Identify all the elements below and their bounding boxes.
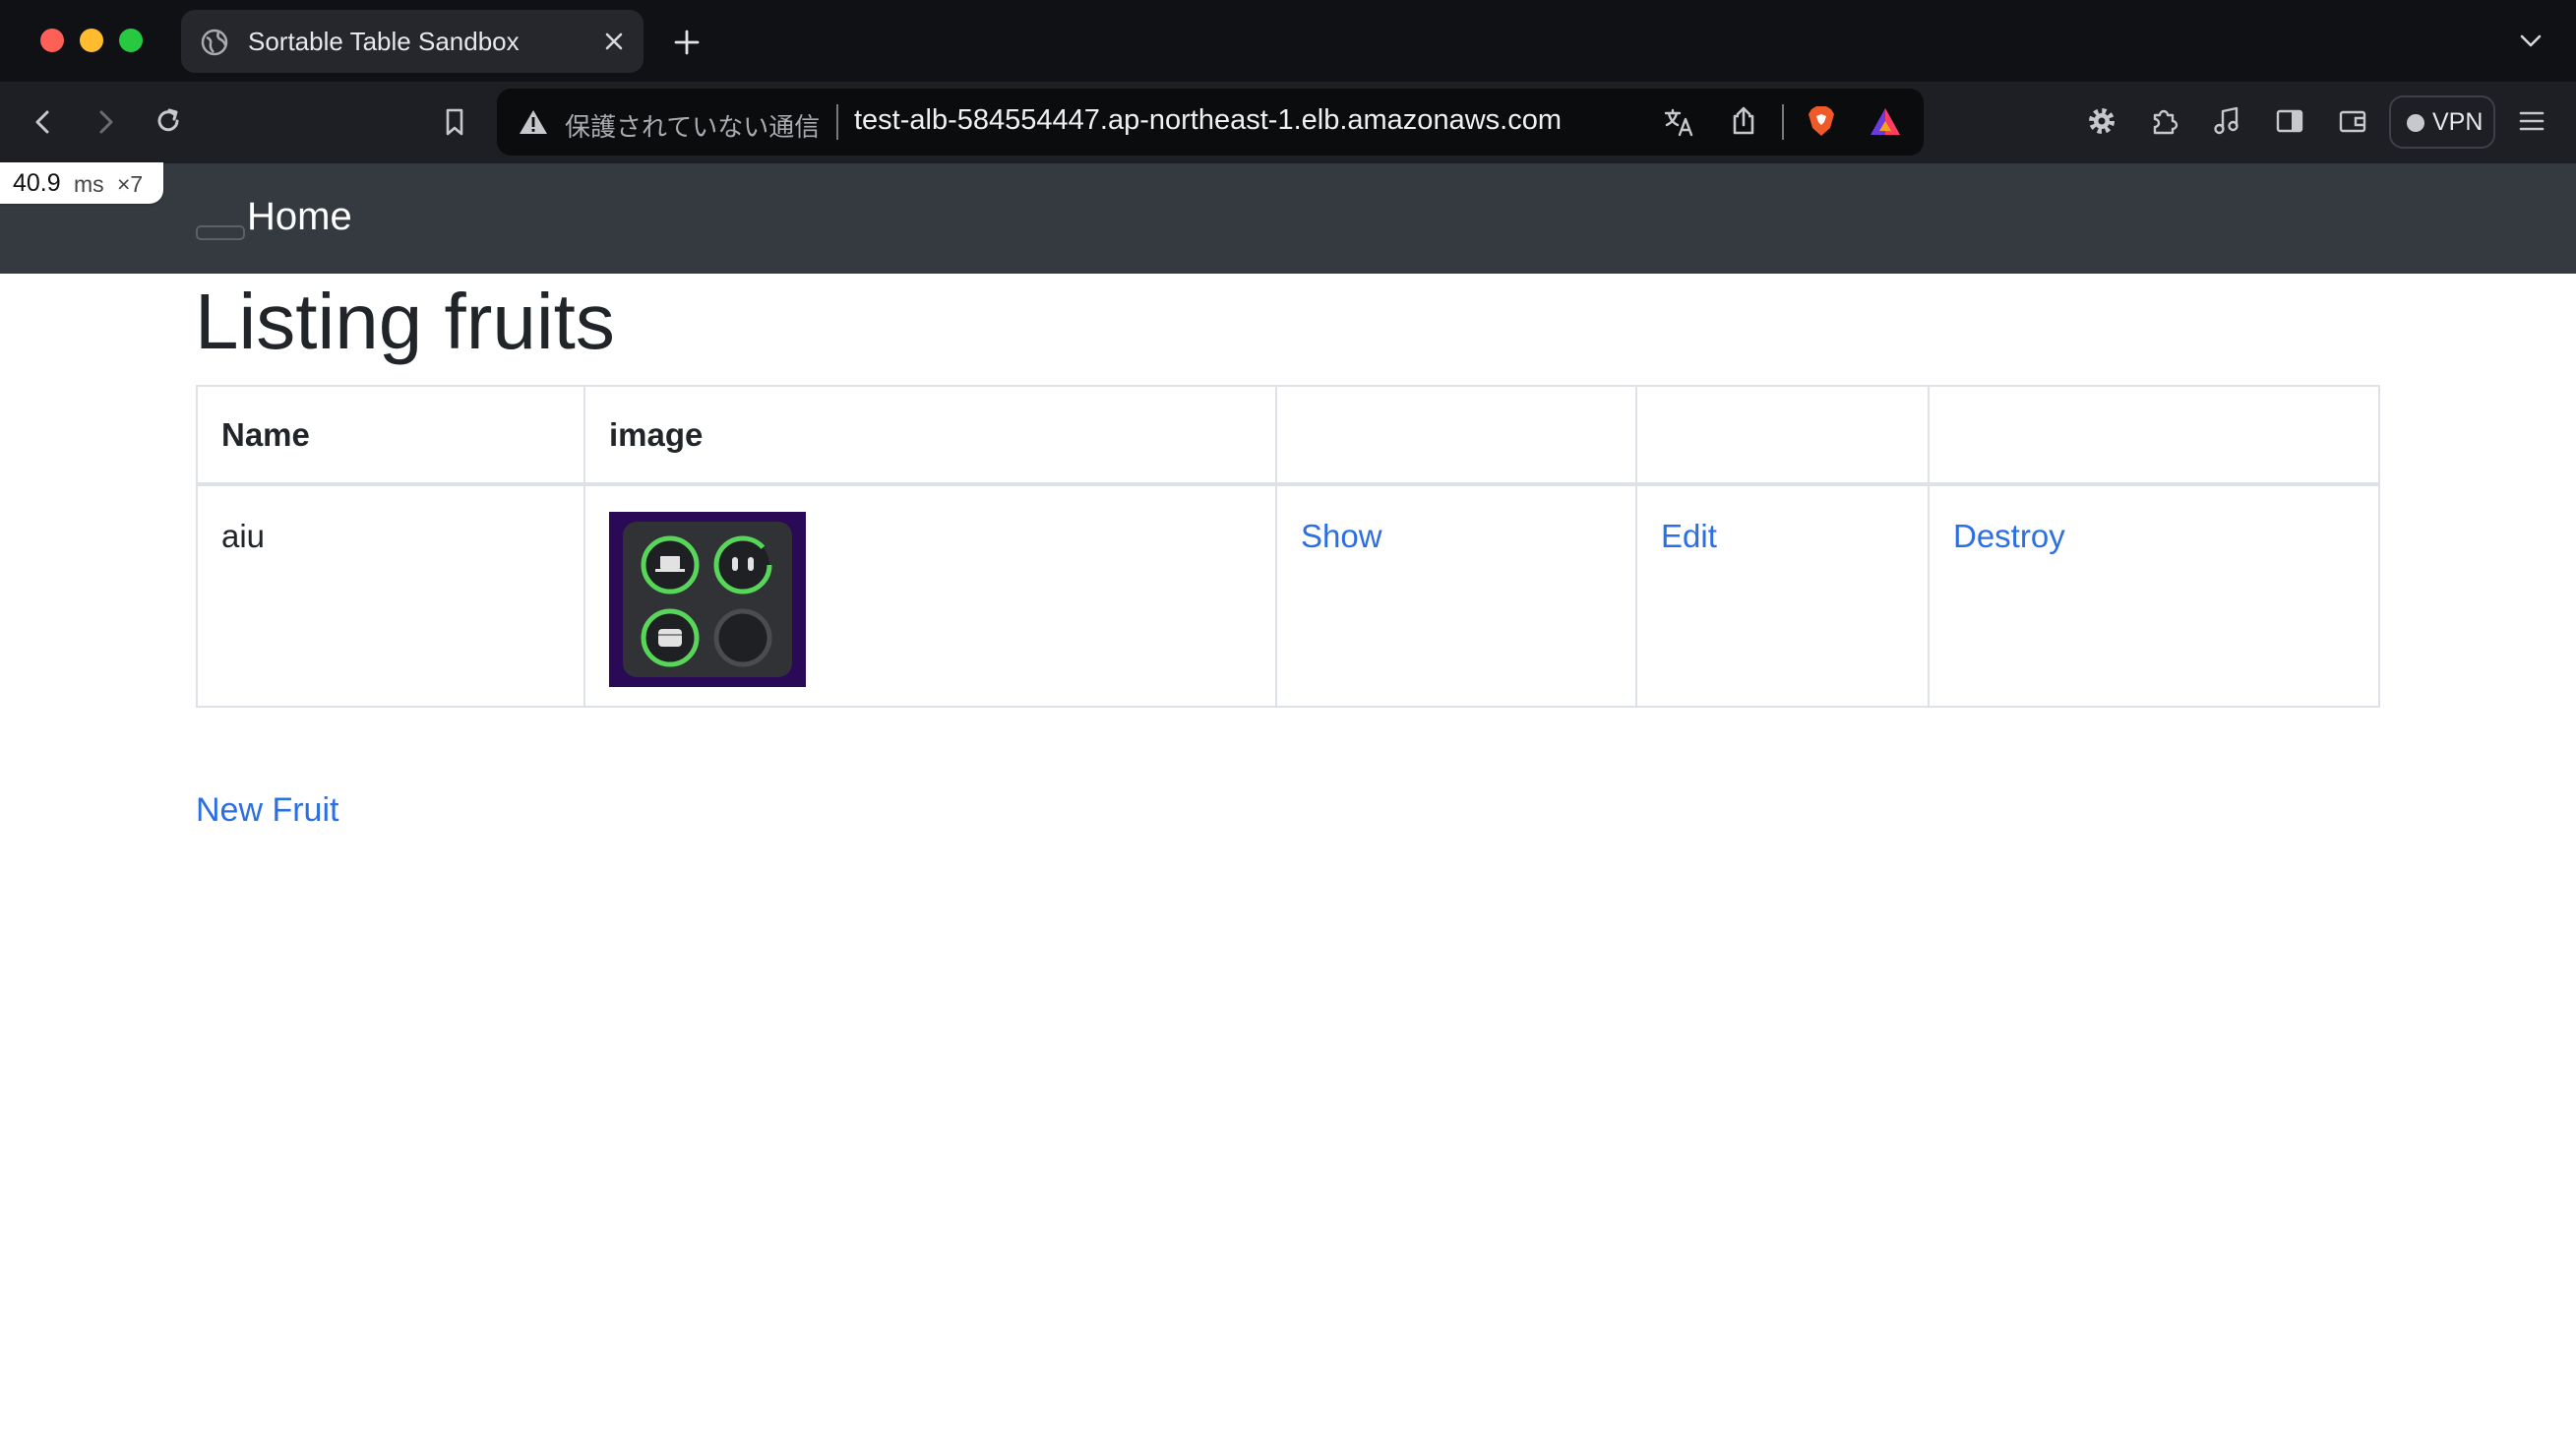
menu-icon[interactable] [2514, 103, 2549, 139]
bookmark-icon[interactable] [437, 104, 472, 140]
fruits-table: Name image aiu Show Edit Destroy [196, 385, 2380, 708]
show-link[interactable]: Show [1301, 518, 1382, 554]
vpn-label: VPN [2432, 108, 2484, 136]
brave-shields-icon[interactable] [1804, 103, 1839, 139]
back-icon[interactable] [26, 104, 61, 140]
battery-widget-earbuds [713, 535, 772, 594]
column-header-show [1275, 385, 1637, 486]
warning-icon[interactable] [519, 108, 548, 136]
destroy-link[interactable]: Destroy [1953, 518, 2065, 554]
column-header-edit [1635, 385, 1930, 486]
tab-close-icon[interactable] [602, 30, 626, 53]
window-close-button[interactable] [40, 29, 64, 52]
battery-widget-case [641, 608, 700, 667]
browser-tab-strip: Sortable Table Sandbox [0, 0, 2576, 82]
edit-link[interactable]: Edit [1661, 518, 1717, 554]
address-divider-2 [1782, 104, 1784, 140]
url-text[interactable]: test-alb-584554447.ap-northeast-1.elb.am… [854, 104, 1562, 137]
settings-gear-icon[interactable] [2084, 103, 2119, 139]
destroy-cell: Destroy [1928, 483, 2380, 708]
tab-title: Sortable Table Sandbox [248, 27, 520, 56]
render-time-unit: ms [74, 171, 104, 197]
browser-tab-active[interactable]: Sortable Table Sandbox [181, 10, 644, 73]
render-time-badge: 40.9 ms ×7 [0, 162, 163, 204]
media-icon[interactable] [2209, 103, 2244, 139]
render-count: ×7 [117, 171, 144, 197]
window-zoom-button[interactable] [119, 29, 143, 52]
fruit-name-cell: aiu [196, 483, 585, 708]
forward-icon[interactable] [88, 104, 123, 140]
fruit-image-cell [583, 483, 1277, 708]
render-time-value: 40.9 [13, 169, 61, 197]
globe-icon [201, 29, 228, 56]
fruit-image [609, 512, 806, 687]
tab-search-chevron-icon[interactable] [2519, 33, 2543, 49]
vpn-button[interactable]: VPN [2389, 95, 2495, 149]
column-header-destroy [1928, 385, 2380, 486]
battery-widget-empty [713, 608, 772, 667]
vpn-status-icon [2407, 114, 2424, 132]
new-fruit-link[interactable]: New Fruit [196, 791, 338, 830]
edit-cell: Edit [1635, 483, 1930, 708]
window-minimize-button[interactable] [80, 29, 103, 52]
address-bar[interactable]: 保護されていない通信 test-alb-584554447.ap-northea… [497, 89, 1924, 156]
reload-icon[interactable] [151, 103, 186, 139]
table-row: aiu Show Edit Destroy [196, 483, 2380, 708]
home-link[interactable]: Home [247, 195, 352, 239]
extensions-icon[interactable] [2146, 103, 2181, 139]
not-secure-label[interactable]: 保護されていない通信 [565, 107, 820, 144]
table-header-row: Name image [196, 385, 2380, 486]
browser-toolbar: 保護されていない通信 test-alb-584554447.ap-northea… [0, 82, 2576, 163]
navbar-toggler-button[interactable] [196, 225, 245, 240]
translate-icon[interactable] [1661, 104, 1696, 140]
show-cell: Show [1275, 483, 1637, 708]
brave-rewards-icon[interactable] [1868, 104, 1903, 140]
sidebar-icon[interactable] [2272, 103, 2307, 139]
share-icon[interactable] [1726, 103, 1761, 139]
column-header-name: Name [196, 385, 585, 486]
column-header-image: image [583, 385, 1277, 486]
address-divider [836, 104, 838, 140]
new-tab-icon[interactable] [672, 28, 702, 57]
battery-widget-laptop [641, 535, 700, 594]
wallet-icon[interactable] [2335, 103, 2370, 139]
page-title: Listing fruits [195, 278, 615, 365]
app-navbar: Home [0, 163, 2576, 274]
